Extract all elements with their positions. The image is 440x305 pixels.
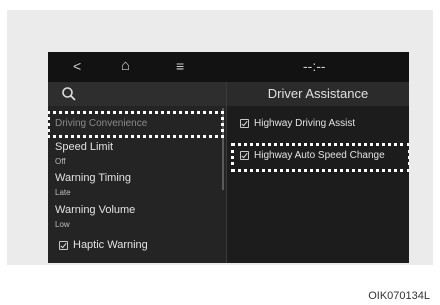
warning-timing-value: Late: [55, 188, 71, 197]
warning-volume-value: Low: [55, 220, 70, 229]
menu-item-warning-volume[interactable]: Warning Volume: [55, 204, 135, 216]
search-icon[interactable]: [61, 86, 77, 102]
home-icon[interactable]: ⌂: [121, 57, 130, 75]
search-bar[interactable]: [48, 82, 226, 106]
haptic-warning-label: Haptic Warning: [73, 239, 148, 251]
highlight-frame: [48, 111, 224, 138]
right-settings-panel: [227, 82, 409, 263]
highway-driving-assist-option[interactable]: Highway Driving Assist: [240, 118, 355, 129]
speed-limit-value: Off: [55, 157, 66, 166]
top-bar: < ⌂ ≡ --:--: [48, 52, 409, 82]
figure-code: OIK070134L: [368, 290, 430, 302]
menu-item-warning-timing[interactable]: Warning Timing: [55, 172, 131, 184]
haptic-warning-option[interactable]: Haptic Warning: [59, 239, 148, 251]
infotainment-screen: < ⌂ ≡ --:-- Driver Assistance Driving Co…: [48, 52, 409, 263]
chevron-left-icon[interactable]: <: [73, 57, 81, 75]
menu-item-speed-limit[interactable]: Speed Limit: [55, 141, 113, 153]
panel-title: Driver Assistance: [227, 82, 409, 106]
menu-icon[interactable]: ≡: [176, 57, 184, 75]
clock: --:--: [303, 58, 326, 74]
checkbox-checked-icon[interactable]: [240, 118, 249, 128]
highway-driving-assist-label: Highway Driving Assist: [254, 118, 356, 129]
checkbox-checked-icon[interactable]: [59, 240, 68, 250]
panel-divider: [226, 82, 227, 263]
highlight-frame: [231, 143, 409, 172]
